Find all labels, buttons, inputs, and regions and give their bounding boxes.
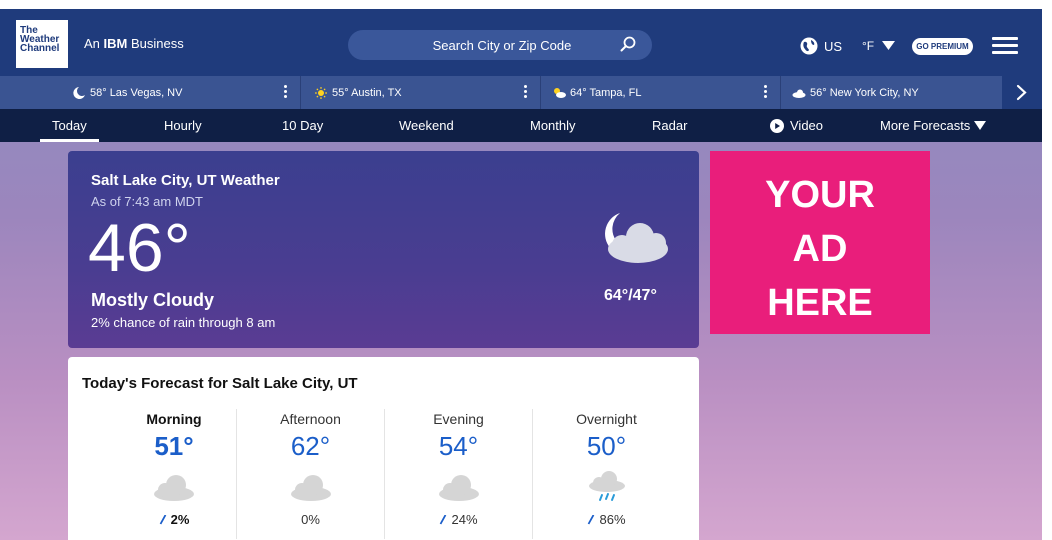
period-label: Afternoon <box>280 411 341 427</box>
recent-location-austin[interactable]: 55° Austin, TX <box>314 76 402 109</box>
period-precip-value: 0% <box>301 512 320 527</box>
sun-icon <box>315 86 327 99</box>
period-label: Evening <box>433 411 484 427</box>
tab-10-day[interactable]: 10 Day <box>282 109 323 142</box>
hamburger-menu-icon[interactable] <box>992 37 1018 55</box>
tab-video[interactable]: Video <box>770 109 823 142</box>
ad-placeholder[interactable]: YOUR AD HERE <box>710 151 930 334</box>
precip-chance-text: 2% chance of rain through 8 am <box>91 315 276 330</box>
forecast-period-overnight[interactable]: Overnight 50° 86% <box>532 409 680 539</box>
weather-phrase: Mostly Cloudy <box>91 290 215 310</box>
divider <box>780 76 781 109</box>
next-locations-button[interactable] <box>1002 76 1042 109</box>
period-precip-value: 2% <box>170 512 190 527</box>
partly-cloudy-icon <box>554 87 566 98</box>
period-precip: 0% <box>237 512 384 527</box>
cloud-icon <box>290 475 331 501</box>
tab-more-forecasts[interactable]: More Forecasts <box>880 109 987 142</box>
recent-location-label: 56° New York City, NY <box>810 86 919 99</box>
chevron-down-icon[interactable] <box>882 41 895 50</box>
tab-more-forecasts-label: More Forecasts <box>880 118 971 133</box>
tab-weekend[interactable]: Weekend <box>399 109 454 142</box>
period-label: Morning <box>146 411 202 427</box>
more-options-icon[interactable] <box>284 85 288 101</box>
cloud-icon <box>792 89 806 98</box>
globe-icon[interactable] <box>800 37 818 55</box>
cloud-icon <box>154 475 194 501</box>
go-premium-button[interactable]: GO PREMIUM <box>912 38 973 55</box>
divider <box>300 76 301 109</box>
mostly-cloudy-night-icon <box>605 213 668 263</box>
weather-channel-logo[interactable]: The Weather Channel <box>16 20 68 68</box>
period-temp: 50° <box>586 431 627 461</box>
observation-time: As of 7:43 am MDT <box>91 194 203 209</box>
current-conditions-title: Salt Lake City, UT Weather <box>91 172 280 189</box>
cloud-icon <box>438 475 479 501</box>
moon-icon <box>73 86 85 99</box>
period-precip-value: 24% <box>451 512 478 527</box>
search-placeholder: Search City or Zip Code <box>432 37 572 53</box>
tagline-prefix: An <box>84 36 104 51</box>
more-options-icon[interactable] <box>524 85 528 101</box>
logo-line-3: Channel <box>20 43 60 54</box>
tab-video-label: Video <box>790 118 824 133</box>
search-input[interactable]: Search City or Zip Code <box>348 30 652 60</box>
site-header: The Weather Channel An IBM Business Sear… <box>0 9 1042 76</box>
tagline-brand: IBM <box>103 36 128 51</box>
period-label: Overnight <box>576 411 637 427</box>
todays-forecast-title: Today's Forecast for Salt Lake City, UT <box>82 375 358 392</box>
current-temperature: 46° <box>88 210 191 286</box>
raindrop-icon <box>588 514 595 524</box>
current-conditions-card: Salt Lake City, UT Weather As of 7:43 am… <box>68 151 699 348</box>
tab-radar[interactable]: Radar <box>652 109 687 142</box>
period-precip: 86% <box>533 512 680 527</box>
ibm-tagline: An IBM Business <box>84 36 184 51</box>
recent-locations-bar: 58° Las Vegas, NV 55° Austin, TX 64° Tam… <box>0 76 1042 109</box>
chevron-right-icon <box>1016 84 1027 101</box>
rain-icon <box>588 471 625 501</box>
forecast-nav: Today Hourly 10 Day Weekend Monthly Rada… <box>0 109 1042 142</box>
period-temp: 54° <box>438 431 479 461</box>
period-precip: 24% <box>385 512 532 527</box>
recent-location-tampa[interactable]: 64° Tampa, FL <box>552 76 641 109</box>
scrollbar-track[interactable] <box>1042 0 1052 540</box>
play-icon <box>770 118 784 133</box>
locale-selector[interactable]: US <box>824 39 842 54</box>
tab-hourly[interactable]: Hourly <box>164 109 202 142</box>
raindrop-icon <box>440 514 447 524</box>
recent-location-label: 58° Las Vegas, NV <box>90 86 183 99</box>
recent-location-new-york[interactable]: 56° New York City, NY <box>792 76 919 109</box>
recent-location-label: 64° Tampa, FL <box>570 86 642 99</box>
top-strip <box>0 0 1052 9</box>
chevron-down-icon <box>974 121 987 130</box>
unit-selector[interactable]: °F <box>862 39 874 53</box>
tab-today[interactable]: Today <box>40 109 99 142</box>
period-temp: 62° <box>290 431 331 461</box>
tab-monthly[interactable]: Monthly <box>530 109 576 142</box>
forecast-period-morning[interactable]: Morning 51° 2% <box>100 409 248 539</box>
forecast-period-evening[interactable]: Evening 54° 24% <box>384 409 532 539</box>
recent-location-las-vegas[interactable]: 58° Las Vegas, NV <box>72 76 182 109</box>
tagline-suffix: Business <box>127 36 184 51</box>
period-precip: 2% <box>100 512 248 527</box>
period-precip-value: 86% <box>599 512 626 527</box>
period-temp: 51° <box>154 431 194 461</box>
raindrop-icon <box>159 514 166 524</box>
high-low-temp: 64°/47° <box>604 287 657 304</box>
divider <box>540 76 541 109</box>
todays-forecast-card: Today's Forecast for Salt Lake City, UT … <box>68 357 699 540</box>
recent-location-label: 55° Austin, TX <box>332 86 402 99</box>
ad-line-3: HERE <box>767 282 873 324</box>
search-icon[interactable] <box>620 36 636 52</box>
more-options-icon[interactable] <box>764 85 768 101</box>
ad-line-2: AD <box>792 228 848 270</box>
forecast-period-afternoon[interactable]: Afternoon 62° 0% <box>236 409 384 539</box>
ad-line-1: YOUR <box>765 174 875 216</box>
